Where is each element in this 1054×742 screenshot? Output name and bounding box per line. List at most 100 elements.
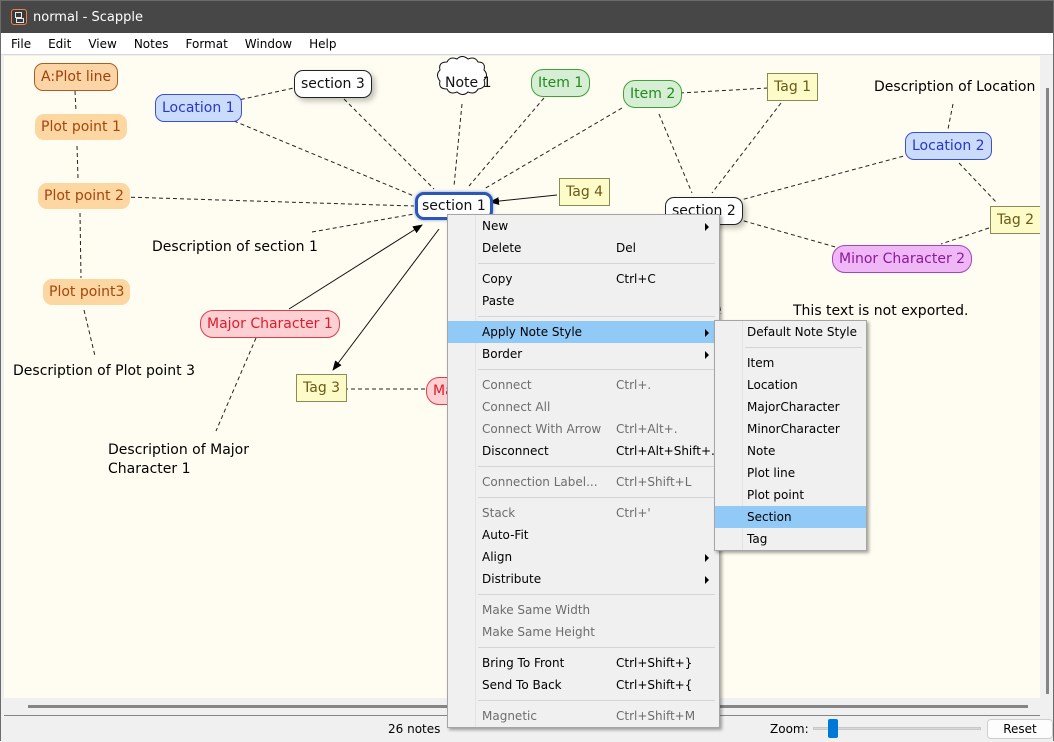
vertical-scrollbar[interactable] <box>1043 56 1053 698</box>
menu-item-shortcut: Del <box>616 241 636 255</box>
menu-item-minorcharacter[interactable]: MinorCharacter <box>715 418 866 440</box>
arrow-tag4-section1 <box>489 194 558 206</box>
vertical-scroll-thumb[interactable] <box>1046 88 1049 694</box>
menu-item-delete[interactable]: Delete Del <box>448 237 719 259</box>
menu-item-plot-point[interactable]: Plot point <box>715 484 866 506</box>
menu-item-connect-with-arrow[interactable]: Connect With Arrow Ctrl+Alt+. <box>448 418 719 440</box>
link-item2-section2 <box>658 113 693 194</box>
menu-item-disconnect[interactable]: Disconnect Ctrl+Alt+Shift+. <box>448 440 719 462</box>
menu-item-majorcharacter[interactable]: MajorCharacter <box>715 396 866 418</box>
menu-item-label: New <box>482 219 509 233</box>
note-count: 26 notes <box>388 722 441 736</box>
menu-item-section[interactable]: Section <box>715 506 866 528</box>
text-desc-major-1-line1[interactable]: Description of Major <box>108 441 249 460</box>
node-tag-2[interactable]: Tag 2 <box>990 206 1040 234</box>
text-desc-major-1-line2[interactable]: Character 1 <box>108 460 190 479</box>
node-note-1[interactable]: Note 1 <box>445 75 492 91</box>
menu-item-shortcut: Ctrl+Alt+. <box>616 422 678 436</box>
link-pp2-section1 <box>123 196 415 207</box>
node-location-1[interactable]: Location 1 <box>155 94 242 122</box>
menu-item-label: Item <box>747 356 775 370</box>
node-tag-4[interactable]: Tag 4 <box>559 178 611 206</box>
menu-item-label: Delete <box>482 241 522 255</box>
node-location-2[interactable]: Location 2 <box>905 132 992 160</box>
text-not-exported[interactable]: This text is not exported. <box>793 302 968 321</box>
menu-item-location[interactable]: Location <box>715 374 866 396</box>
menu-item-shortcut: Ctrl+Shift+{ <box>616 678 693 692</box>
menu-item-connect[interactable]: Connect Ctrl+. <box>448 374 719 396</box>
zoom-slider-track[interactable] <box>813 727 981 730</box>
node-tag-3[interactable]: Tag 3 <box>296 374 348 402</box>
menu-item-stack[interactable]: Stack Ctrl+' <box>448 502 719 524</box>
menu-item-paste[interactable]: Paste <box>448 290 719 312</box>
menu-item-label: Magnetic <box>482 709 537 723</box>
menu-file[interactable]: File <box>1 37 38 51</box>
menu-notes[interactable]: Notes <box>124 37 176 51</box>
menu-help[interactable]: Help <box>299 37 343 51</box>
link-loc1-section3 <box>233 87 295 102</box>
menu-item-default-note-style[interactable]: Default Note Style <box>715 321 866 343</box>
menu-separator <box>448 312 719 321</box>
menu-item-label: MajorCharacter <box>747 400 840 414</box>
node-minor-character-2[interactable]: Minor Character 2 <box>832 245 973 273</box>
node-plot-point-1[interactable]: Plot point 1 <box>35 114 127 140</box>
menu-item-label: Align <box>482 550 513 564</box>
menu-item-bring-to-front[interactable]: Bring To Front Ctrl+Shift+} <box>448 652 719 674</box>
menu-separator <box>448 696 719 705</box>
menu-item-plot-line[interactable]: Plot line <box>715 462 866 484</box>
node-tag-1[interactable]: Tag 1 <box>767 73 819 101</box>
submenu-arrow-icon <box>705 576 709 584</box>
node-plot-point-2[interactable]: Plot point 2 <box>38 183 130 209</box>
menu-item-note[interactable]: Note <box>715 440 866 462</box>
menu-item-make-same-width[interactable]: Make Same Width <box>448 599 719 621</box>
node-major-character-1[interactable]: Major Character 1 <box>200 310 340 338</box>
link-item1-section1 <box>468 97 545 187</box>
submenu-arrow-icon <box>705 223 709 231</box>
link-loc1-section1 <box>233 120 415 197</box>
text-desc-plot-point-3[interactable]: Description of Plot point 3 <box>13 362 195 381</box>
menu-item-make-same-height[interactable]: Make Same Height <box>448 621 719 643</box>
menu-item-label: Make Same Height <box>482 625 595 639</box>
menu-item-shortcut: Ctrl+C <box>616 272 656 286</box>
menu-window[interactable]: Window <box>235 37 299 51</box>
menu-item-label: MinorCharacter <box>747 422 840 436</box>
menu-item-border[interactable]: Border <box>448 343 719 365</box>
menu-item-label: Default Note Style <box>747 325 858 339</box>
link-major1-desc <box>215 337 257 432</box>
node-plot-line[interactable]: A:Plot line <box>34 63 119 91</box>
menu-item-distribute[interactable]: Distribute <box>448 568 719 590</box>
node-item-1[interactable]: Item 1 <box>531 69 591 97</box>
menu-edit[interactable]: Edit <box>38 37 78 51</box>
menu-item-apply-note-style[interactable]: Apply Note Style <box>448 321 719 343</box>
zoom-slider-thumb[interactable] <box>828 719 838 738</box>
menu-item-magnetic[interactable]: Magnetic Ctrl+Shift+M <box>448 705 719 727</box>
menu-item-send-to-back[interactable]: Send To Back Ctrl+Shift+{ <box>448 674 719 696</box>
node-section-3[interactable]: section 3 <box>294 70 372 98</box>
menu-item-label: Connect With Arrow <box>482 422 602 436</box>
menu-separator <box>448 493 719 502</box>
menu-item-label: Send To Back <box>482 678 562 692</box>
title-bar: normal - Scapple <box>1 1 1053 33</box>
menu-item-align[interactable]: Align <box>448 546 719 568</box>
menu-item-label: Connection Label... <box>482 475 598 489</box>
text-desc-location-2[interactable]: Description of Location 2 <box>874 78 1040 97</box>
text-desc-section-1[interactable]: Description of section 1 <box>152 238 318 257</box>
zoom-reset-button[interactable]: Reset <box>987 719 1053 739</box>
menu-item-tag[interactable]: Tag <box>715 528 866 550</box>
node-plot-point-3[interactable]: Plot point3 <box>43 279 131 305</box>
menu-item-item[interactable]: Item <box>715 352 866 374</box>
menu-item-connection-label[interactable]: Connection Label... Ctrl+Shift+L <box>448 471 719 493</box>
menu-item-copy[interactable]: Copy Ctrl+C <box>448 268 719 290</box>
menu-item-connect-all[interactable]: Connect All <box>448 396 719 418</box>
link-plotline-pp1 <box>74 90 77 112</box>
menu-item-label: Tag <box>747 532 768 546</box>
menu-format[interactable]: Format <box>176 37 235 51</box>
link-section3-section1 <box>343 98 435 190</box>
node-item-2[interactable]: Item 2 <box>623 80 683 108</box>
submenu-arrow-icon <box>705 554 709 562</box>
menu-separator <box>448 643 719 652</box>
link-item2-tag1 <box>679 87 769 94</box>
menu-view[interactable]: View <box>78 37 123 51</box>
menu-item-auto-fit[interactable]: Auto-Fit <box>448 524 719 546</box>
menu-item-new[interactable]: New <box>448 215 719 237</box>
